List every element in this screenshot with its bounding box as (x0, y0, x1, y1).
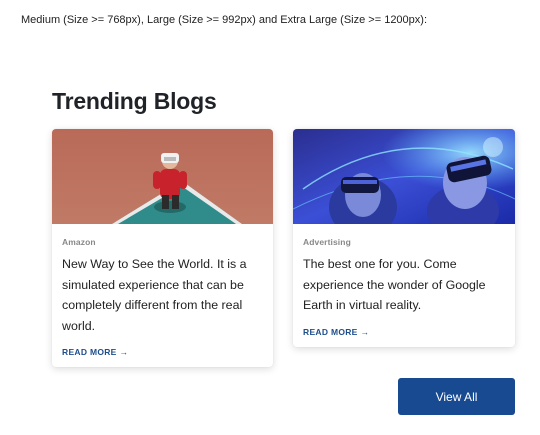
page-caption: Medium (Size >= 768px), Large (Size >= 9… (21, 14, 428, 26)
arrow-right-icon: → (360, 326, 370, 337)
read-more-label: READ MORE (62, 347, 117, 357)
blog-card-2: Advertising The best one for you. Come e… (293, 129, 515, 347)
card-category: Amazon (62, 237, 96, 247)
read-more-link[interactable]: READ MORE → (62, 347, 128, 357)
read-more-label: READ MORE (303, 326, 358, 337)
read-more-link[interactable]: READ MORE → (303, 327, 369, 337)
card-text: New Way to See the World. It is a simula… (62, 257, 247, 333)
card-category: Advertising (303, 237, 351, 247)
blog-card-1: Amazon New Way to See the World. It is a… (52, 129, 273, 367)
blog-card-image (52, 129, 273, 224)
arrow-right-icon: → (119, 347, 129, 357)
blog-card-image (293, 129, 515, 224)
card-text: The best one for you. Come experience th… (303, 257, 486, 312)
view-all-button[interactable]: View All (398, 378, 515, 415)
vr-person-photo (52, 129, 273, 224)
section-title: Trending Blogs (52, 88, 217, 114)
vr-headset-people-photo (293, 129, 515, 224)
